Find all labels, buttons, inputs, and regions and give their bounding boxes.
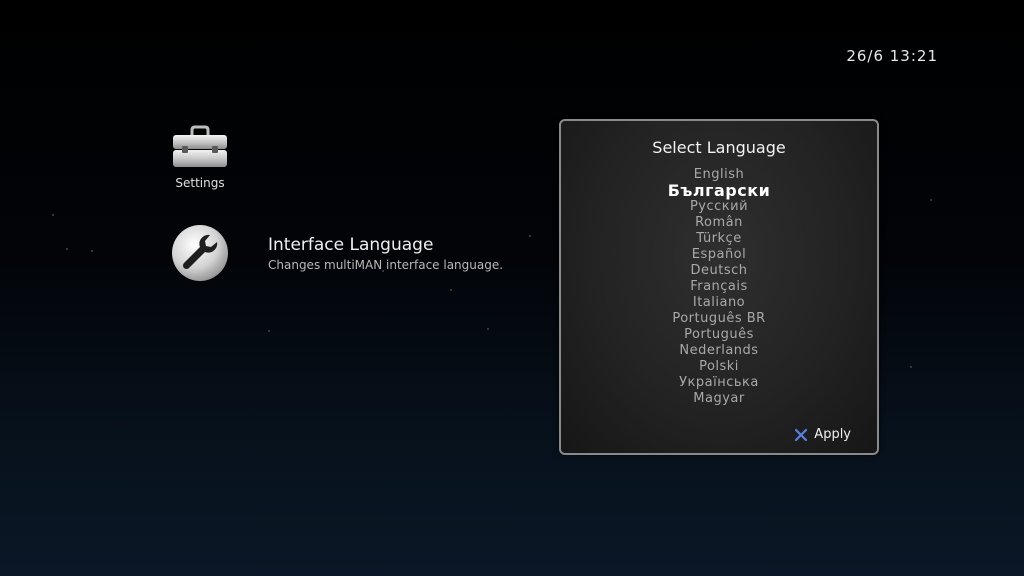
language-option[interactable]: Polski [561, 359, 877, 375]
language-option[interactable]: Nederlands [561, 343, 877, 359]
dialog-title: Select Language [652, 138, 786, 157]
language-option[interactable]: Русский [561, 199, 877, 215]
category-label: Settings [175, 176, 225, 190]
star [910, 366, 912, 368]
star [529, 235, 531, 237]
wrench-icon [172, 225, 228, 281]
item-title: Interface Language [268, 235, 434, 255]
language-option[interactable]: Українська [561, 375, 877, 391]
apply-label: Apply [814, 427, 851, 442]
star [91, 250, 93, 252]
item-description: Changes multiMAN interface language. [268, 258, 504, 272]
apply-button[interactable]: Apply [794, 427, 851, 442]
language-option[interactable]: Deutsch [561, 263, 877, 279]
language-list: English Български Русский Român Türkçe E… [561, 167, 877, 407]
clock: 26/6 13:21 [846, 47, 938, 65]
category-settings[interactable]: Settings [164, 125, 236, 190]
star [52, 214, 54, 216]
language-option[interactable]: Español [561, 247, 877, 263]
toolbox-icon [173, 125, 227, 167]
star [450, 289, 452, 291]
language-option[interactable]: Português [561, 327, 877, 343]
language-option[interactable]: Português BR [561, 311, 877, 327]
language-option[interactable]: Türkçe [561, 231, 877, 247]
star [487, 328, 489, 330]
language-option[interactable]: Italiano [561, 295, 877, 311]
cross-button-icon [795, 428, 808, 441]
language-option[interactable]: Român [561, 215, 877, 231]
language-option[interactable]: Français [561, 279, 877, 295]
language-dialog: Select Language English Български Русски… [559, 119, 879, 455]
language-option[interactable]: Български [561, 183, 877, 199]
star [268, 330, 270, 332]
language-option[interactable]: Magyar [561, 391, 877, 407]
star [930, 199, 932, 201]
star [66, 248, 68, 250]
